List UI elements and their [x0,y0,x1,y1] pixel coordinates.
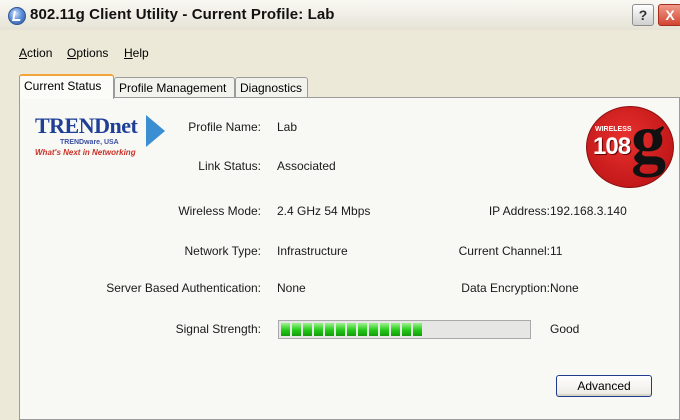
close-button[interactable]: X [658,4,680,26]
wireless-108g-badge: WIRELESS 108 g [586,106,674,188]
window-title: 802.11g Client Utility - Current Profile… [30,6,335,23]
menu-action[interactable]: Action [19,46,52,60]
client-utility-window: 802.11g Client Utility - Current Profile… [0,0,680,420]
signal-segment [347,323,356,336]
link-status-label: Link Status: [198,159,261,173]
current-channel-value: 11 [550,244,563,258]
ip-address-label: IP Address: [488,204,550,218]
signal-strength-fill [281,323,422,336]
signal-segment [281,323,290,336]
signal-segment [292,323,301,336]
signal-segment [314,323,323,336]
badge-letter: g [631,106,666,178]
network-type-label: Network Type: [184,244,261,258]
signal-segment [413,323,422,336]
signal-segment [358,323,367,336]
server-auth-label: Server Based Authentication: [106,281,261,295]
signal-strength-label: Signal Strength: [175,322,261,336]
profile-name-value: Lab [277,120,298,134]
logo-tagline: What's Next in Networking [35,148,136,157]
signal-strength-bar [278,320,531,339]
data-encryption-value: None [550,281,579,295]
trendnet-logo: TRENDnet TRENDware, USA What's Next in N… [35,113,165,163]
wireless-mode-label: Wireless Mode: [178,204,261,218]
logo-name: TRENDnet [35,113,138,138]
title-bar[interactable]: 802.11g Client Utility - Current Profile… [0,0,680,31]
data-encryption-label: Data Encryption: [461,281,550,295]
profile-name-label: Profile Name: [188,120,261,134]
menu-bar: Action Options Help [0,30,680,60]
badge-speed: 108 [593,133,631,160]
signal-segment [336,323,345,336]
wireless-app-icon [8,7,26,25]
signal-strength-value: Good [550,322,580,336]
logo-sub: TRENDware, USA [60,139,119,146]
signal-segment [380,323,389,336]
ip-address-value: 192.168.3.140 [550,204,627,218]
badge-word: WIRELESS [595,126,632,133]
help-button[interactable]: ? [632,4,654,26]
link-status-value: Associated [277,159,336,173]
menu-options[interactable]: Options [67,46,108,60]
menu-help[interactable]: Help [124,46,149,60]
signal-segment [325,323,334,336]
advanced-button[interactable]: Advanced [556,375,652,397]
network-type-value: Infrastructure [277,244,348,258]
signal-segment [402,323,411,336]
signal-segment [303,323,312,336]
server-auth-value: None [277,281,306,295]
wireless-mode-value: 2.4 GHz 54 Mbps [277,204,371,218]
tab-current-status[interactable]: Current Status [19,74,114,99]
current-status-panel: TRENDnet TRENDware, USA What's Next in N… [19,97,680,420]
current-channel-label: Current Channel: [458,244,550,258]
tab-profile-management[interactable]: Profile Management [114,77,235,98]
tab-diagnostics[interactable]: Diagnostics [235,77,308,98]
logo-arrow-icon [146,115,165,147]
signal-segment [369,323,378,336]
signal-segment [391,323,400,336]
